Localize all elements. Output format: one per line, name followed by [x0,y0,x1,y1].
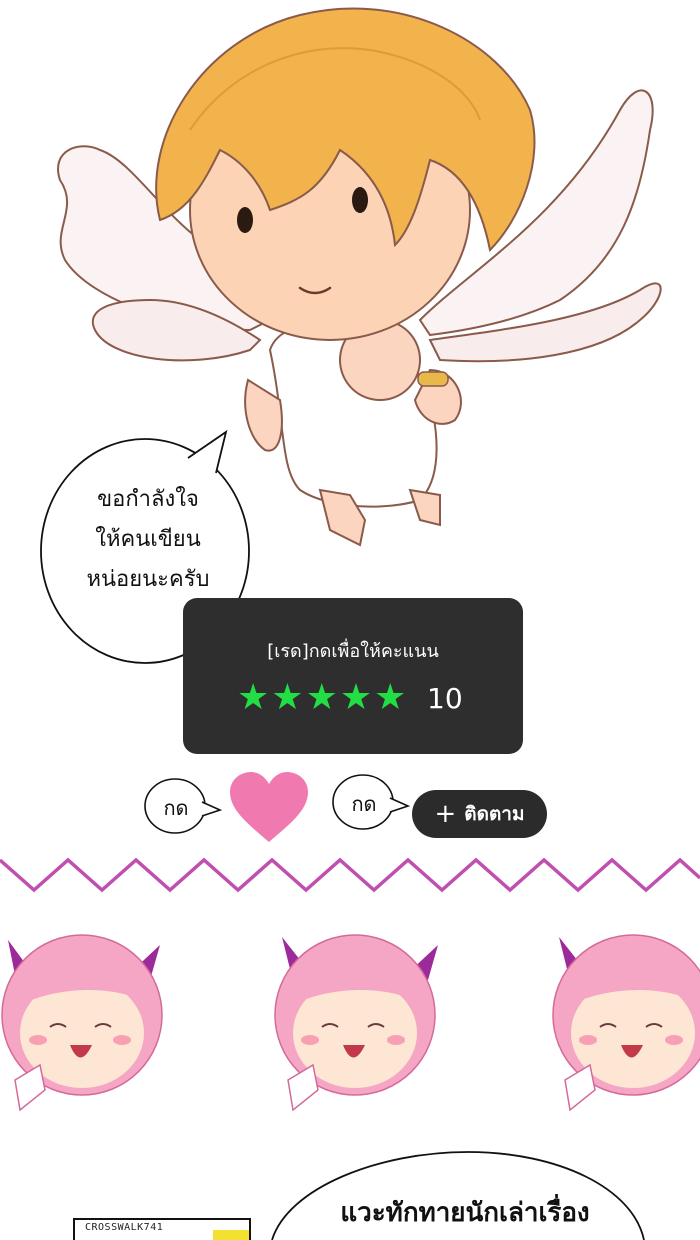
rating-panel: [เรด]กดเพื่อให้คะแนน ★ ★ ★ ★ ★ 10 [183,598,523,754]
follow-label: ติดตาม [464,803,525,825]
speech-line-2: ให้คนเขียน [95,527,201,552]
rating-score: 10 [427,682,463,715]
star-icon[interactable]: ★ [340,678,372,718]
greeting-text: แวะทักทายนักเล่าเรื่อง [340,1198,590,1228]
devil-character-icon [274,934,438,1112]
devil-character-icon [552,934,700,1112]
speech-line-1: ขอกำลังใจ [97,487,199,512]
star-icon[interactable]: ★ [306,678,338,718]
heart-like-icon[interactable] [228,772,310,844]
zigzag-divider [0,857,700,893]
devil-character-icon [1,934,163,1112]
star-icon[interactable]: ★ [271,678,303,718]
speech-bubble-text: ขอกำลังใจ ให้คนเขียน หน่อยนะครับ [60,480,236,600]
rating-stars[interactable]: ★ ★ ★ ★ ★ [237,678,406,718]
stamp-text: CROSSWALK741 [85,1222,164,1233]
rating-title: [เรด]กดเพื่อให้คะแนน [267,641,439,662]
star-icon[interactable]: ★ [374,678,406,718]
plus-icon: + [434,799,457,829]
star-icon[interactable]: ★ [237,678,269,718]
follow-prompt-text: กด [351,792,377,816]
follow-button[interactable]: + ติดตาม [412,790,547,838]
speech-line-3: หน่อยนะครับ [86,567,210,592]
like-prompt-text: กด [163,796,189,820]
